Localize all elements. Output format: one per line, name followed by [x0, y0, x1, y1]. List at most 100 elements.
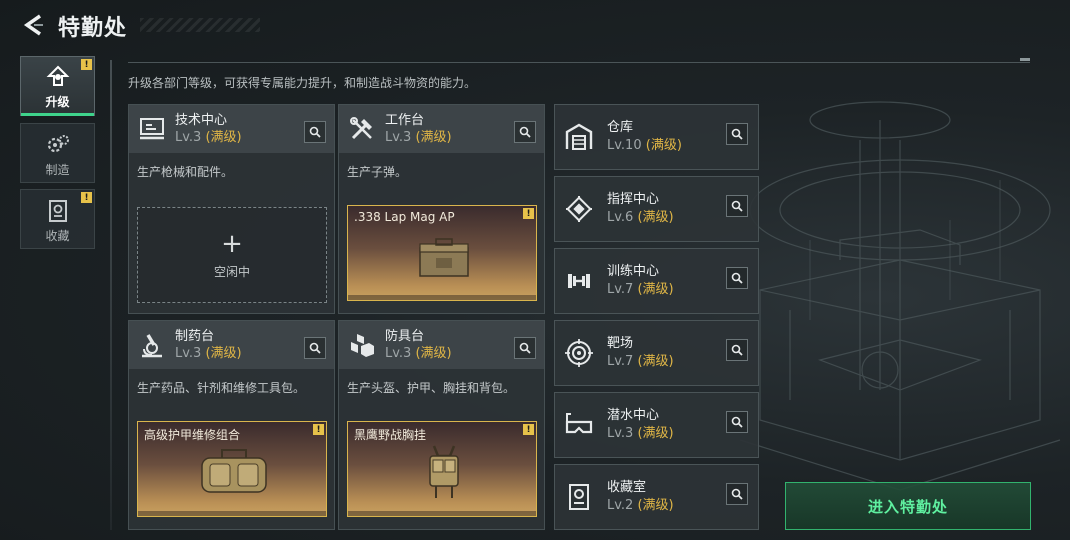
department-level: Lv.3	[175, 346, 202, 361]
tab-craft[interactable]: 制造	[20, 123, 95, 183]
warning-badge: !	[523, 208, 534, 219]
department-name: 防具台	[385, 329, 425, 344]
search-icon	[731, 272, 743, 284]
slot-strip	[348, 295, 536, 300]
production-slot-item[interactable]: 高级护甲维修组合 !	[137, 421, 327, 517]
slot-status: 空闲中	[213, 264, 250, 279]
production-slot-idle[interactable]: + 空闲中	[137, 207, 327, 303]
department-name: 技术中心	[175, 113, 228, 128]
search-icon	[309, 342, 321, 354]
tab-upgrade-label: 升级	[45, 95, 70, 109]
department-description: 生产头盔、护甲、胸挂和背包。	[347, 381, 516, 395]
inspect-button[interactable]	[726, 483, 748, 505]
department-name: 训练中心	[607, 264, 660, 279]
page-title: 特勤处	[58, 16, 128, 41]
department-level: Lv.3	[385, 130, 412, 145]
department-name: 制药台	[175, 329, 215, 344]
armor-blocks-icon	[351, 334, 374, 357]
back-button[interactable]	[18, 8, 48, 42]
monitor-icon	[140, 118, 164, 140]
diving-mask-icon	[565, 413, 593, 434]
department-card-workbench[interactable]: 工作台 Lv.3 (满级) 生产子弹。 .338 Lap Mag AP !	[338, 104, 545, 314]
dumbbell-icon	[568, 274, 590, 288]
warehouse-icon	[565, 123, 593, 150]
inspect-button[interactable]	[726, 267, 748, 289]
upgrade-icon	[46, 65, 69, 86]
max-level-tag: (满级)	[637, 354, 674, 369]
department-card-shooting-range[interactable]: 靶场 Lv.7 (满级)	[554, 320, 759, 386]
max-level-tag: (满级)	[415, 346, 452, 361]
slot-strip	[348, 511, 536, 516]
department-card-diving-center[interactable]: 潜水中心 Lv.3 (满级)	[554, 392, 759, 458]
tab-collection[interactable]: 收藏 !	[20, 189, 95, 249]
department-card-tech-center[interactable]: 技术中心 Lv.3 (满级) 生产枪械和配件。 + 空闲中	[128, 104, 335, 314]
department-name: 指挥中心	[607, 192, 660, 207]
search-icon	[731, 344, 743, 356]
search-icon	[519, 342, 531, 354]
max-level-tag: (满级)	[637, 498, 674, 513]
inspect-button[interactable]	[726, 123, 748, 145]
tab-collection-label: 收藏	[45, 229, 70, 243]
enter-special-ops-button[interactable]: 进入特勤处	[785, 482, 1031, 530]
tab-craft-label: 制造	[45, 163, 70, 177]
department-level: Lv.2	[607, 498, 634, 513]
department-level: Lv.3	[607, 426, 634, 441]
department-card-warehouse[interactable]: 仓库 Lv.10 (满级)	[554, 104, 759, 170]
inspect-button[interactable]	[514, 121, 536, 143]
gears-icon	[47, 135, 69, 153]
department-name: 仓库	[607, 120, 634, 135]
card-header: 防具台 Lv.3 (满级)	[339, 321, 544, 369]
repair-kit-icon	[201, 449, 267, 493]
inspect-button[interactable]	[726, 411, 748, 433]
department-card-command-center[interactable]: 指挥中心 Lv.6 (满级)	[554, 176, 759, 242]
max-level-tag: (满级)	[645, 138, 682, 153]
inspect-button[interactable]	[726, 339, 748, 361]
search-icon	[731, 128, 743, 140]
department-name: 靶场	[607, 336, 634, 351]
inspect-button[interactable]	[514, 337, 536, 359]
inspect-button[interactable]	[726, 195, 748, 217]
max-level-tag: (满级)	[637, 426, 674, 441]
production-slot-item[interactable]: .338 Lap Mag AP !	[347, 205, 537, 301]
department-level: Lv.6	[607, 210, 634, 225]
card-header: 工作台 Lv.3 (满级)	[339, 105, 544, 153]
search-icon	[731, 488, 743, 500]
max-level-tag: (满级)	[205, 346, 242, 361]
active-tab-indicator	[21, 113, 94, 116]
department-level: Lv.3	[385, 346, 412, 361]
inspect-button[interactable]	[304, 337, 326, 359]
divider-knob	[1020, 58, 1030, 61]
warning-badge: !	[313, 424, 324, 435]
item-name: 高级护甲维修组合	[144, 428, 241, 442]
divider	[110, 60, 112, 530]
warning-badge: !	[81, 59, 92, 70]
department-card-armor-bench[interactable]: 防具台 Lv.3 (满级) 生产头盔、护甲、胸挂和背包。 黑鹰野战胸挂 !	[338, 320, 545, 530]
department-name: 潜水中心	[607, 408, 660, 423]
search-icon	[731, 416, 743, 428]
chest-rig-icon	[429, 445, 459, 498]
collection-icon	[569, 484, 589, 510]
back-arrow-icon	[23, 14, 43, 36]
ammo-box-icon	[419, 238, 469, 277]
collection-tab-icon	[48, 200, 67, 222]
department-card-pharmacy[interactable]: 制药台 Lv.3 (满级) 生产药品、针剂和维修工具包。 高级护甲维修组合 !	[128, 320, 335, 530]
title-decoration	[140, 18, 260, 32]
warning-badge: !	[523, 424, 534, 435]
max-level-tag: (满级)	[205, 130, 242, 145]
tab-upgrade[interactable]: 升级 !	[20, 56, 95, 116]
search-icon	[519, 126, 531, 138]
department-level: Lv.3	[175, 130, 202, 145]
department-level: Lv.7	[607, 354, 634, 369]
warning-badge: !	[81, 192, 92, 203]
enter-button-label: 进入特勤处	[867, 497, 948, 516]
department-description: 生产枪械和配件。	[137, 165, 234, 179]
department-card-collection-room[interactable]: 收藏室 Lv.2 (满级)	[554, 464, 759, 530]
max-level-tag: (满级)	[637, 210, 674, 225]
production-slot-item[interactable]: 黑鹰野战胸挂 !	[347, 421, 537, 517]
inspect-button[interactable]	[304, 121, 326, 143]
slot-strip	[138, 511, 326, 516]
search-icon	[731, 200, 743, 212]
tools-icon	[350, 117, 372, 140]
microscope-icon	[142, 334, 162, 358]
department-card-training-center[interactable]: 训练中心 Lv.7 (满级)	[554, 248, 759, 314]
